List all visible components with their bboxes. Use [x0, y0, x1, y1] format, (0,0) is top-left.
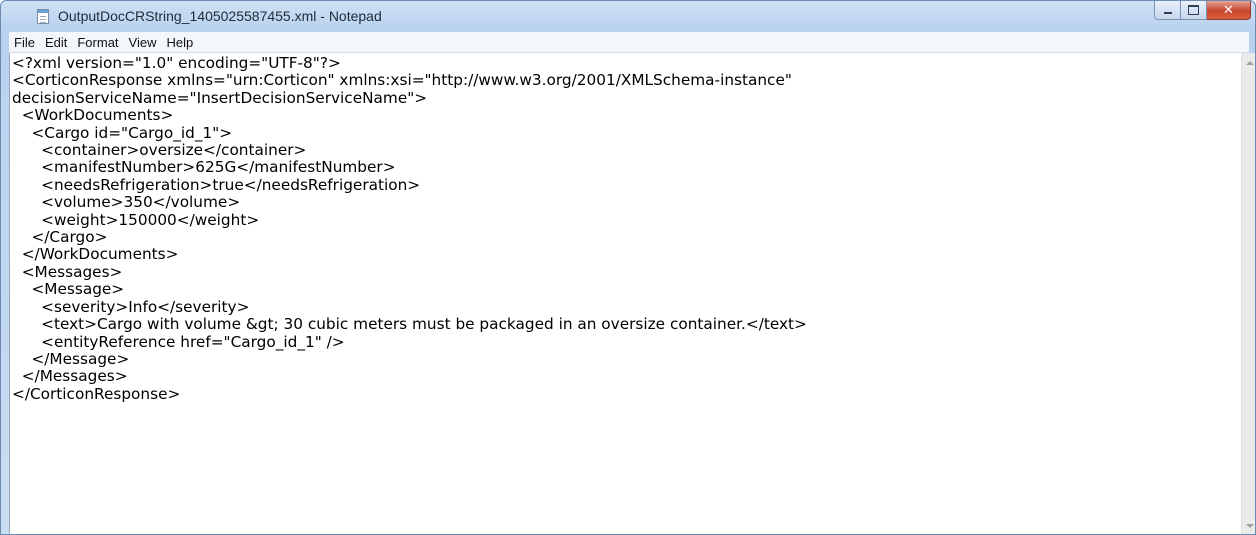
text-line: decisionServiceName="InsertDecisionServi…	[12, 88, 428, 107]
maximize-icon	[1188, 5, 1199, 15]
menu-view[interactable]: View	[124, 35, 162, 50]
scroll-down-icon[interactable]	[1246, 524, 1254, 528]
minimize-icon	[1163, 12, 1172, 14]
notepad-icon[interactable]	[37, 9, 49, 24]
text-line: </CorticonResponse>	[12, 384, 181, 403]
vertical-scrollbar[interactable]	[1241, 53, 1255, 534]
text-line: <volume>350</volume>	[12, 193, 241, 212]
menu-help[interactable]: Help	[161, 35, 198, 50]
text-line: <entityReference href="Cargo_id_1" />	[12, 332, 345, 351]
menu-bar: File Edit Format View Help	[9, 32, 1249, 53]
text-line: </Message>	[12, 349, 130, 368]
scroll-up-icon[interactable]	[1246, 61, 1254, 65]
text-line: </Cargo>	[12, 228, 108, 247]
text-line: </WorkDocuments>	[12, 245, 179, 264]
text-line: <Message>	[12, 280, 125, 299]
text-line: <container>oversize</container>	[12, 141, 307, 160]
menu-edit[interactable]: Edit	[40, 35, 72, 50]
text-editor[interactable]: <?xml version="1.0" encoding="UTF-8"?> <…	[9, 53, 1241, 534]
text-line: </Messages>	[12, 367, 128, 386]
text-line: <needsRefrigeration>true</needsRefrigera…	[12, 175, 421, 194]
close-button[interactable]: ✕	[1207, 1, 1251, 20]
text-line: <WorkDocuments>	[12, 106, 174, 125]
menu-format[interactable]: Format	[72, 35, 123, 50]
maximize-button[interactable]	[1181, 1, 1207, 20]
text-line: <Cargo id="Cargo_id_1">	[12, 123, 233, 142]
text-line: <weight>150000</weight>	[12, 210, 260, 229]
text-line: <CorticonResponse xmlns="urn:Corticon" x…	[12, 71, 792, 90]
close-icon: ✕	[1223, 2, 1234, 18]
window-title: OutputDocCRString_1405025587455.xml - No…	[58, 8, 382, 24]
text-line: <severity>Info</severity>	[12, 297, 250, 316]
editor-text[interactable]: <?xml version="1.0" encoding="UTF-8"?> <…	[12, 55, 1241, 403]
text-line: <Messages>	[12, 262, 123, 281]
text-line: <?xml version="1.0" encoding="UTF-8"?>	[12, 55, 341, 72]
minimize-button[interactable]	[1154, 1, 1181, 20]
menu-file[interactable]: File	[9, 35, 40, 50]
text-line: <manifestNumber>625G</manifestNumber>	[12, 158, 396, 177]
title-bar[interactable]: OutputDocCRString_1405025587455.xml - No…	[1, 1, 1255, 32]
notepad-window: OutputDocCRString_1405025587455.xml - No…	[0, 0, 1256, 535]
caption-buttons: ✕	[1154, 1, 1251, 21]
text-line: <text>Cargo with volume &gt; 30 cubic me…	[12, 315, 807, 334]
